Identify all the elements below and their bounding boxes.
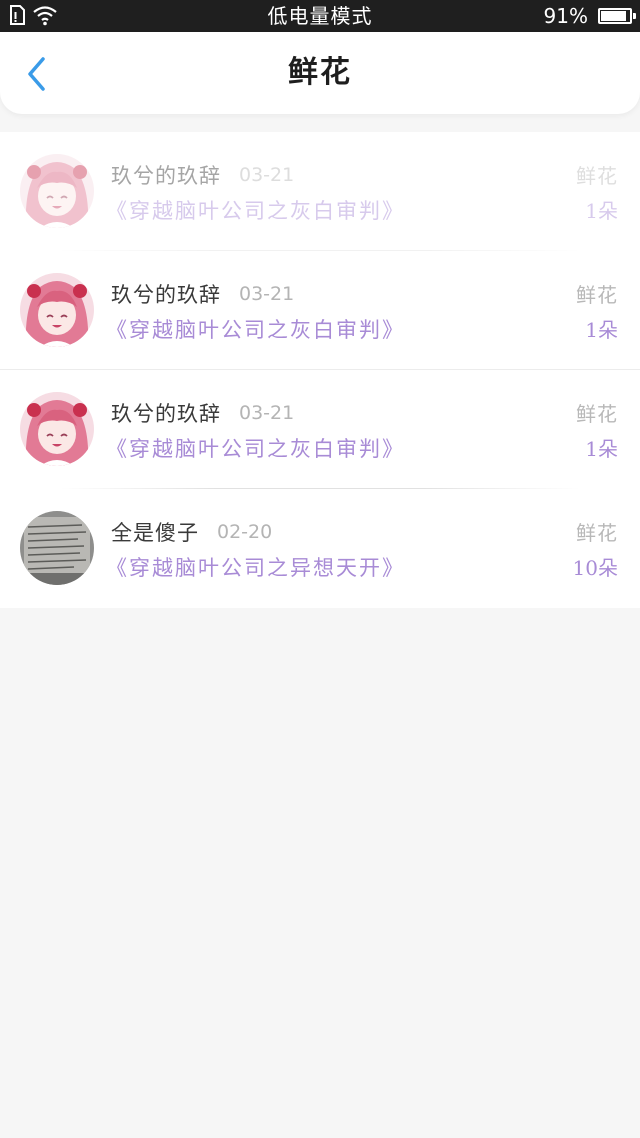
gift-count: 1朵 xyxy=(585,199,618,223)
gift-record-list: 玖兮的玖辞 03-21 《穿越脑叶公司之灰白审判》 鲜花 1朵 玖兮的玖辞 03… xyxy=(0,132,640,608)
sender-name: 玖兮的玖辞 xyxy=(111,402,221,426)
book-title[interactable]: 《穿越脑叶公司之灰白审判》 xyxy=(106,433,405,463)
battery-percent: 91% xyxy=(543,4,588,28)
book-title[interactable]: 《穿越脑叶公司之灰白审判》 xyxy=(106,195,405,225)
anime-girl-avatar-icon xyxy=(20,273,94,347)
list-item[interactable]: 玖兮的玖辞 03-21 《穿越脑叶公司之灰白审判》 鲜花 1朵 xyxy=(0,251,640,370)
gift-type: 鲜花 xyxy=(576,164,618,188)
gift-type: 鲜花 xyxy=(576,521,618,545)
avatar[interactable] xyxy=(20,511,94,585)
avatar[interactable] xyxy=(20,154,94,228)
gift-date: 03-21 xyxy=(239,283,295,305)
list-item[interactable]: 全是傻子 02-20 《穿越脑叶公司之异想天开》 鲜花 10朵 xyxy=(0,489,640,608)
page-title: 鲜花 xyxy=(288,55,352,90)
gift-count: 10朵 xyxy=(572,556,618,580)
book-title[interactable]: 《穿越脑叶公司之异想天开》 xyxy=(106,552,405,582)
sender-name: 全是傻子 xyxy=(111,521,199,545)
notebook-photo-avatar-icon xyxy=(20,511,94,585)
anime-girl-avatar-icon xyxy=(20,392,94,466)
avatar[interactable] xyxy=(20,273,94,347)
avatar[interactable] xyxy=(20,392,94,466)
gift-date: 03-21 xyxy=(239,164,295,186)
sender-name: 玖兮的玖辞 xyxy=(111,164,221,188)
book-title[interactable]: 《穿越脑叶公司之灰白审判》 xyxy=(106,314,405,344)
list-item[interactable]: 玖兮的玖辞 03-21 《穿越脑叶公司之灰白审判》 鲜花 1朵 xyxy=(0,370,640,489)
battery-level xyxy=(601,11,626,21)
nav-header: 鲜花 xyxy=(0,32,640,114)
gift-count: 1朵 xyxy=(585,437,618,461)
anime-girl-avatar-icon xyxy=(20,154,94,228)
gift-count: 1朵 xyxy=(585,318,618,342)
gift-date: 03-21 xyxy=(239,402,295,424)
status-bar: 低电量模式 91% xyxy=(0,0,640,32)
battery-status: 91% xyxy=(543,0,636,32)
gift-type: 鲜花 xyxy=(576,283,618,307)
gift-date: 02-20 xyxy=(217,521,273,543)
gift-type: 鲜花 xyxy=(576,402,618,426)
sender-name: 玖兮的玖辞 xyxy=(111,283,221,307)
list-item[interactable]: 玖兮的玖辞 03-21 《穿越脑叶公司之灰白审判》 鲜花 1朵 xyxy=(0,132,640,251)
battery-icon xyxy=(598,8,636,24)
